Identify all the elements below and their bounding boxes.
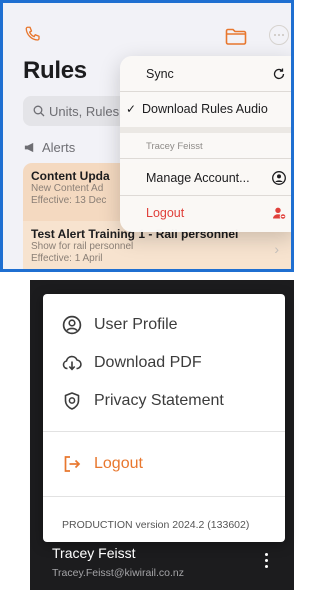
alert-effective-date: Effective: 1 April (31, 253, 103, 264)
options-menu: Sync ✓ Download Rules Audio Tracey Feiss… (120, 56, 291, 232)
person-logout-icon (273, 207, 286, 220)
shield-icon (64, 392, 80, 410)
sync-icon (273, 68, 285, 80)
menu-item-label: Download PDF (94, 354, 202, 371)
menu-item-logout[interactable]: Logout (43, 447, 285, 481)
menu-item-label: Logout (94, 455, 143, 472)
person-circle-icon (272, 171, 286, 185)
menu-item-user-profile[interactable]: User Profile (43, 308, 285, 342)
account-menu: User Profile Download PDF Privacy Statem… (43, 294, 285, 542)
rules-screen: Rules Units, Rules, Alerts Content Upda … (0, 0, 294, 272)
search-icon (33, 105, 45, 117)
menu-item-label: Manage Account... (146, 171, 250, 185)
menu-item-manage-account[interactable]: Manage Account... (120, 162, 291, 194)
phone-icon[interactable] (24, 25, 42, 43)
menu-item-label: Download Rules Audio (142, 102, 268, 116)
version-label: PRODUCTION version 2024.2 (133602) (62, 519, 250, 531)
cloud-download-icon (62, 355, 82, 371)
folder-icon[interactable] (225, 28, 247, 45)
menu-item-download-audio[interactable]: ✓ Download Rules Audio (120, 93, 291, 125)
menu-item-label: Privacy Statement (94, 392, 224, 409)
menu-item-logout[interactable]: Logout (120, 197, 291, 229)
account-name-caption: Tracey Feisst (146, 141, 203, 152)
menu-item-download-pdf[interactable]: Download PDF (43, 346, 285, 380)
alert-description: Show for rail personnel (31, 241, 134, 252)
menu-item-label: User Profile (94, 316, 178, 333)
alerts-label: Alerts (42, 140, 76, 155)
menu-item-label: Sync (146, 67, 174, 81)
alert-title-prefix: Test Alert Training (31, 227, 136, 241)
menu-item-label: Logout (146, 206, 185, 220)
user-email: Tracey.Feisst@kiwirail.co.nz (52, 567, 185, 579)
alerts-section-header: Alerts (23, 140, 75, 155)
user-circle-icon (62, 315, 82, 335)
chevron-right-icon: › (274, 241, 279, 257)
kebab-menu-icon[interactable] (262, 553, 270, 573)
search-placeholder: Units, Rules, (49, 103, 123, 119)
more-options-icon[interactable] (269, 25, 289, 45)
megaphone-icon (24, 142, 34, 153)
top-bar (3, 3, 291, 53)
logout-icon (64, 456, 81, 472)
checkmark-icon: ✓ (126, 102, 137, 116)
user-name: Tracey Feisst (52, 545, 136, 561)
menu-item-privacy-statement[interactable]: Privacy Statement (43, 384, 285, 418)
menu-item-sync[interactable]: Sync (120, 58, 291, 90)
page-title: Rules (23, 57, 87, 84)
